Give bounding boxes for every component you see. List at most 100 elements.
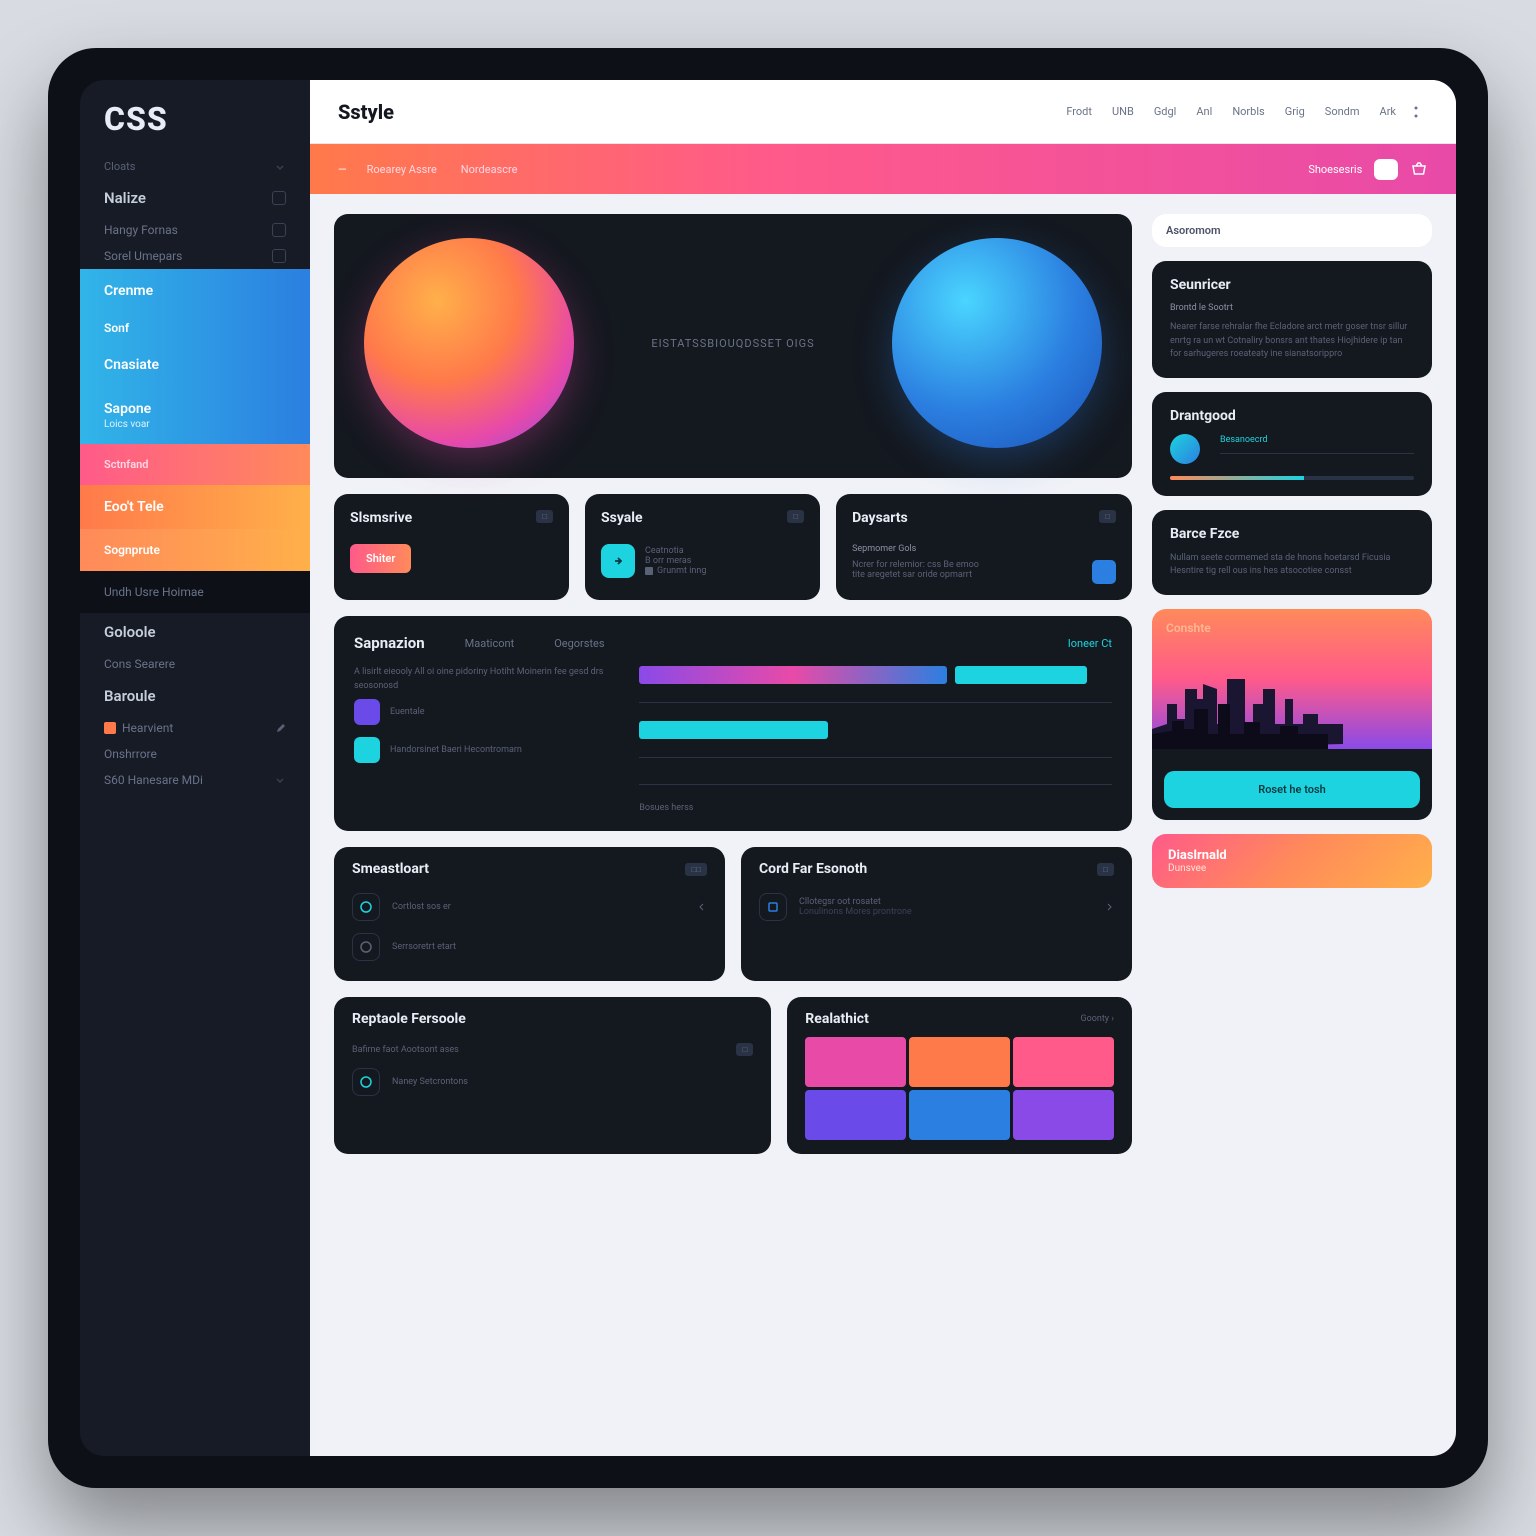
nav-link[interactable]: Grig <box>1285 105 1305 118</box>
chart-description: A lisirlt eieooly All oi oine pidoriny H… <box>354 666 619 693</box>
card-title: Daysarts <box>852 510 908 526</box>
nav-link[interactable]: Norbls <box>1232 105 1264 118</box>
square-icon <box>354 699 380 725</box>
box-icon <box>272 249 286 263</box>
card-meta: Ceatnotia <box>645 546 706 556</box>
sidebar-item-sctnfand[interactable]: Sctnfand <box>80 444 310 485</box>
sidebar-item-undh[interactable]: Undh Usre Hoimae <box>80 571 310 613</box>
card-item: Besanoecrd <box>1220 435 1414 445</box>
card-text: tite aregetet sar oride opmarrt <box>852 570 1084 580</box>
sidebar-item-onshrrore[interactable]: Onshrrore <box>80 741 310 767</box>
list-item[interactable]: Bafirne faot Aootsont ases□ <box>352 1037 753 1062</box>
card-title: Cord Far Esonoth <box>759 861 867 877</box>
card-cordfar: Cord Far Esonoth □ Cllotegsr oot rosatetL… <box>741 847 1132 981</box>
sidebar-item-crenme[interactable]: Crenme <box>80 269 310 313</box>
card-title: Barce Fzce <box>1170 526 1414 542</box>
sidebar-item-sognprute[interactable]: Sognprute <box>80 529 310 571</box>
card-slsmsrive: Slsmsrive□ Shiter <box>334 494 569 600</box>
tag-icon: □ <box>1097 863 1114 876</box>
nav-link[interactable]: Anl <box>1196 105 1212 118</box>
list-item[interactable]: Cllotegsr oot rosatetLonulinons Mores pr… <box>759 887 1114 927</box>
card-title: Realathict <box>805 1011 869 1027</box>
image-card: Conshte Roset he tosh <box>1152 609 1432 820</box>
square-icon <box>104 722 116 734</box>
menu-icon[interactable] <box>1412 104 1428 120</box>
nav-link[interactable]: Frodt <box>1066 105 1092 118</box>
card-realathict: RealathictGoonty › <box>787 997 1132 1154</box>
chart-tab[interactable]: Ioneer Ct <box>1068 637 1112 650</box>
sidebar-item-sorel[interactable]: Sorel Umepars <box>80 243 310 269</box>
card-seunricer: Seunricer Brontd le Sootrt Nearer farse … <box>1152 261 1432 378</box>
sidebar-item-cnasiate[interactable]: Cnasiate <box>80 343 310 387</box>
list-item[interactable]: Cortlost sos er <box>352 887 707 927</box>
basket-icon[interactable] <box>1410 160 1428 178</box>
banner-link[interactable]: Nordeascre <box>461 163 518 176</box>
tag-icon: □ <box>536 510 553 523</box>
note-icon <box>759 893 787 921</box>
gradient-circle-warm <box>364 238 574 448</box>
sidebar-item-baroule[interactable]: Baroule <box>80 677 310 715</box>
card-subtitle: Brontd le Sootrt <box>1170 303 1414 313</box>
box-icon <box>272 191 286 205</box>
card-text: Ncrer for relemior: css Be emoo <box>852 560 1084 570</box>
sidebar-item-nalize[interactable]: Nalize <box>80 179 310 217</box>
nav-link[interactable]: Gdgl <box>1154 105 1177 118</box>
chart-tab[interactable]: Maaticont <box>465 637 515 650</box>
dot-icon <box>645 567 653 575</box>
sidebar-item-s60[interactable]: S60 Hanesare MDi <box>80 767 310 793</box>
sidebar: CSS Cloats Nalize Hangy Fornas Sorel Ume… <box>80 80 310 1456</box>
box-icon <box>272 223 286 237</box>
banner-link[interactable]: — <box>338 163 347 176</box>
card-body: Nullam seete cormemed sta de hnons hoeta… <box>1170 552 1414 579</box>
chart-tab[interactable]: Oegorstes <box>554 637 604 650</box>
list-item[interactable]: Naney Setcrontons <box>352 1062 753 1102</box>
nav-link[interactable]: Sondm <box>1325 105 1360 118</box>
sidebar-item-sapone[interactable]: Sapone Loics voar <box>80 387 310 444</box>
card-barcefzce: Barce Fzce Nullam seete cormemed sta de … <box>1152 510 1432 595</box>
shiter-button[interactable]: Shiter <box>350 544 411 573</box>
image-title: Conshte <box>1166 621 1211 635</box>
blue-button[interactable] <box>1092 560 1116 584</box>
circle-icon <box>352 1068 380 1096</box>
card-reptaole: Reptaole Fersoole Bafirne faot Aootsont … <box>334 997 771 1154</box>
hero-label: EISTATSSBIOUQDSSET OIGS <box>624 337 842 350</box>
right-header: Asoromom <box>1152 214 1432 247</box>
main-content: Sstyle Frodt UNB Gdgl Anl Norbls Grig So… <box>310 80 1456 1456</box>
app-title: Sstyle <box>338 100 394 124</box>
card-diaslrnald: Diaslrnald Dunsvee <box>1152 834 1432 888</box>
chevron-right-icon <box>1104 902 1114 912</box>
sidebar-item-sonf[interactable]: Sonf <box>80 313 310 343</box>
app-logo: CSS <box>80 100 310 154</box>
topbar: Sstyle Frodt UNB Gdgl Anl Norbls Grig So… <box>310 80 1456 144</box>
sidebar-item-cons[interactable]: Cons Searere <box>80 651 310 677</box>
card-title: Diaslrnald <box>1168 848 1416 863</box>
sidebar-item-hearvient[interactable]: Hearvient <box>80 715 310 741</box>
nav-link[interactable]: Ark <box>1380 105 1396 118</box>
banner-button[interactable]: • <box>1374 159 1398 180</box>
card-smeastloart: Smeastloart□□ Cortlost sos er Serrsoretr… <box>334 847 725 981</box>
nav-link[interactable]: UNB <box>1112 105 1134 118</box>
sidebar-item-eoottele[interactable]: Eoo't Tele <box>80 485 310 529</box>
sidebar-item-hangy[interactable]: Hangy Fornas <box>80 217 310 243</box>
color-palette <box>805 1037 1114 1140</box>
cta-button[interactable]: Roset he tosh <box>1164 771 1420 808</box>
chart-legend-item: Handorsinet Baeri Hecontromarn <box>354 731 619 769</box>
sidebar-item-goloole[interactable]: Goloole <box>80 613 310 651</box>
list-item[interactable]: Serrsoretrt etart <box>352 927 707 967</box>
card-title: Drantgood <box>1170 408 1414 424</box>
progress-bar <box>1170 476 1414 480</box>
card-ssyale: Ssyale□ Ceatnotia B orr meras Grunmt inn… <box>585 494 820 600</box>
tag-icon: □ <box>787 510 804 523</box>
pencil-icon <box>276 723 286 733</box>
card-title: Ssyale <box>601 510 643 526</box>
banner-link[interactable]: Roearey Assre <box>367 163 437 176</box>
arrow-button[interactable] <box>601 544 635 578</box>
card-body: Nearer farse rehralar fhe Ecladore arct … <box>1170 321 1414 362</box>
tag-icon: □ <box>1099 510 1116 523</box>
sidebar-section-label: Cloats <box>80 154 310 179</box>
skyline-icon <box>1152 679 1432 749</box>
card-title: Smeastloart <box>352 861 429 877</box>
chevron-left-icon <box>697 902 707 912</box>
square-icon <box>354 737 380 763</box>
circle-icon <box>352 893 380 921</box>
